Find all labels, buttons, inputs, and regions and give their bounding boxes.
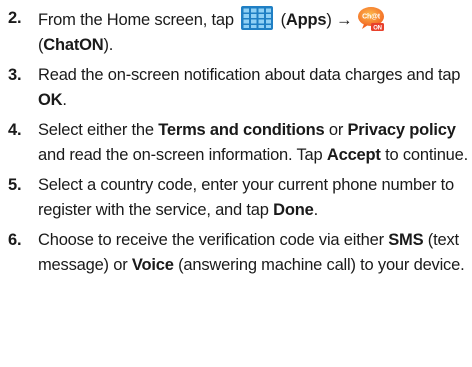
chaton-label: ChatON [43,36,104,54]
step-2: 2. From the Home screen, tap (Apps) → Ch… [0,6,472,58]
step-6: 6. Choose to receive the verification co… [0,228,472,278]
step-text: ). [103,36,114,54]
step-text: (answering machine call) to your device. [173,256,465,274]
step-text: to continue. [380,146,469,164]
chaton-icon: Ch@t ON [356,6,386,32]
sms-label: SMS [388,231,424,249]
apps-grid-icon [241,6,274,30]
terms-label: Terms and conditions [158,121,325,139]
step-text: Read the on-screen notification about da… [38,66,461,84]
step-text: Select a country code, enter your curren… [38,176,455,219]
step-text: ( [276,11,287,29]
done-label: Done [273,201,314,219]
step-number: 3. [8,66,22,84]
manual-page: 2. From the Home screen, tap (Apps) → Ch… [0,0,472,367]
step-text: From the Home screen, tap [38,11,239,29]
step-3: 3. Read the on-screen notification about… [0,63,472,113]
step-number: 5. [8,176,22,194]
step-text: . [62,91,67,109]
privacy-label: Privacy policy [347,121,456,139]
step-text: Select either the [38,121,159,139]
steps-list: 2. From the Home screen, tap (Apps) → Ch… [0,6,472,283]
apps-label: Apps [285,11,327,29]
voice-label: Voice [131,256,174,274]
step-number: 4. [8,121,22,139]
chaton-icon-text-top: Ch@t [363,14,382,21]
ok-label: OK [38,91,63,109]
step-5: 5. Select a country code, enter your cur… [0,173,472,223]
step-4: 4. Select either the Terms and condition… [0,118,472,168]
step-number: 2. [8,9,22,27]
step-text: Choose to receive the verification code … [38,231,389,249]
step-text: and read the on-screen information. Tap [38,146,327,164]
chaton-icon-text-bottom: ON [374,25,383,31]
step-number: 6. [8,231,22,249]
step-text: or [324,121,348,139]
step-text: . [313,201,319,219]
arrow-right-icon: → [336,11,353,29]
step-text: ) [326,11,337,29]
accept-label: Accept [326,146,381,164]
